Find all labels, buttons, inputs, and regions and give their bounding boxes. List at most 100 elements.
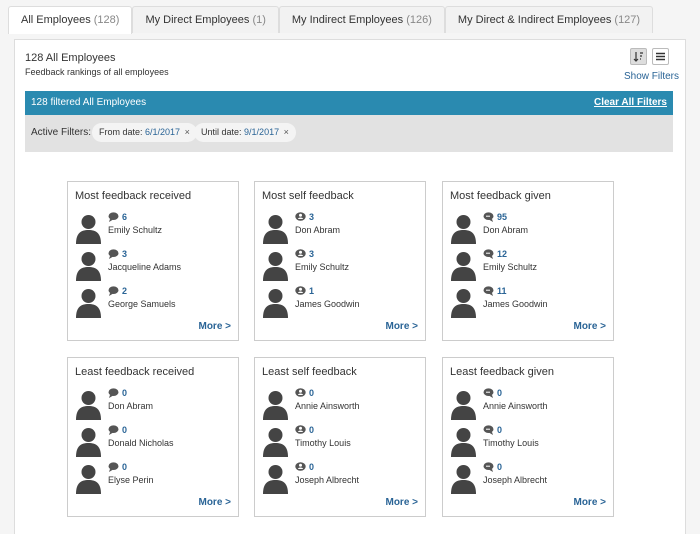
feedback-count-value: 1 [309,286,315,296]
employee-row[interactable]: 0 Annie Ainsworth [262,388,417,420]
page-title: 128 All Employees [25,52,116,64]
employee-row[interactable]: 12 Emily Schultz [450,249,605,281]
tab-count: (126) [406,14,432,26]
employee-name: Don Abram [108,401,154,411]
tab-all-employees[interactable]: All Employees (128) [8,6,133,34]
employee-name: George Samuels [108,299,176,309]
speech-bubble-icon [108,249,122,259]
avatar [450,212,477,244]
feedback-count-value: 3 [309,212,315,222]
tab-label: My Direct & Indirect Employees [457,14,612,26]
employee-row[interactable]: 1 James Goodwin [262,286,417,318]
feedback-count-value: 0 [309,462,315,472]
card-title: Least self feedback [262,366,357,378]
feedback-count-value: 0 [309,425,315,435]
tab-my-direct-indirect-employees[interactable]: My Direct & Indirect Employees (127) [444,6,654,33]
speech-bubble-given-icon [483,425,497,435]
employee-name: Annie Ainsworth [295,401,360,411]
feedback-count[interactable]: 0 [295,388,314,398]
feedback-count-value: 3 [122,249,128,259]
more-link[interactable]: More > [573,497,606,508]
feedback-count-value: 0 [122,388,128,398]
employee-name: Annie Ainsworth [483,401,548,411]
speech-bubble-icon [108,212,122,222]
feedback-count[interactable]: 0 [295,425,314,435]
avatar [450,462,477,494]
list-view-button[interactable] [652,48,669,65]
feedback-count[interactable]: 0 [108,462,127,472]
self-feedback-icon [295,286,309,296]
self-feedback-icon [295,212,309,222]
feedback-count[interactable]: 0 [483,425,502,435]
list-icon [656,52,665,61]
employee-row[interactable]: 0 Donald Nicholas [75,425,230,457]
more-link[interactable]: More > [385,321,418,332]
feedback-count-value: 0 [309,388,315,398]
speech-bubble-given-icon [483,249,497,259]
feedback-count[interactable]: 1 [295,286,314,296]
filter-chip-until-date[interactable]: Until date: 9/1/2017 × [194,123,296,142]
tab-my-indirect-employees[interactable]: My Indirect Employees (126) [278,6,445,33]
chip-value: 6/1/2017 [145,127,181,137]
filter-summary-bar: 128 filtered All Employees Clear All Fil… [25,91,673,115]
more-link[interactable]: More > [198,497,231,508]
employee-row[interactable]: 3 Don Abram [262,212,417,244]
employee-row[interactable]: 0 Timothy Louis [450,425,605,457]
avatar [450,388,477,420]
feedback-count[interactable]: 0 [295,462,314,472]
feedback-count[interactable]: 95 [483,212,507,222]
employee-name: Timothy Louis [483,438,539,448]
feedback-count-value: 0 [122,425,128,435]
employee-row[interactable]: 0 Elyse Perin [75,462,230,494]
employee-row[interactable]: 0 Joseph Albrecht [262,462,417,494]
more-link[interactable]: More > [385,497,418,508]
tab-label: My Indirect Employees [291,14,404,26]
employee-row[interactable]: 0 Annie Ainsworth [450,388,605,420]
tab-my-direct-employees[interactable]: My Direct Employees (1) [132,6,279,33]
avatar [262,286,289,318]
employee-row[interactable]: 11 James Goodwin [450,286,605,318]
more-link[interactable]: More > [198,321,231,332]
feedback-count-value: 12 [497,249,508,259]
avatar [75,212,102,244]
employee-row[interactable]: 6 Emily Schultz [75,212,230,244]
feedback-count[interactable]: 11 [483,286,507,296]
feedback-count[interactable]: 2 [108,286,127,296]
feedback-count[interactable]: 3 [295,212,314,222]
avatar [262,388,289,420]
employee-row[interactable]: 0 Don Abram [75,388,230,420]
employee-row[interactable]: 2 George Samuels [75,286,230,318]
employee-row[interactable]: 0 Joseph Albrecht [450,462,605,494]
avatar [262,249,289,281]
sort-view-button[interactable] [630,48,647,65]
show-filters-link[interactable]: Show Filters [624,71,679,82]
clear-all-filters-link[interactable]: Clear All Filters [594,97,667,108]
feedback-count[interactable]: 3 [108,249,127,259]
tab-count: (127) [614,14,641,26]
feedback-count[interactable]: 0 [483,388,502,398]
chip-value: 9/1/2017 [244,127,280,137]
card-title: Most self feedback [262,190,354,202]
remove-filter-icon[interactable]: × [284,127,289,137]
employee-row[interactable]: 3 Jacqueline Adams [75,249,230,281]
feedback-count-value: 3 [309,249,315,259]
card-title: Least feedback received [75,366,195,378]
employee-name: Jacqueline Adams [108,262,182,272]
avatar [262,462,289,494]
employee-tabs: All Employees (128) My Direct Employees … [8,6,654,34]
feedback-count[interactable]: 0 [483,462,502,472]
feedback-count[interactable]: 12 [483,249,507,259]
remove-filter-icon[interactable]: × [185,127,190,137]
employee-row[interactable]: 0 Timothy Louis [262,425,417,457]
filtered-count-label: 128 filtered All Employees [31,97,147,108]
more-link[interactable]: More > [573,321,606,332]
ranking-card-least-feedback-given: Least feedback given 0 Annie Ainsworth 0 Tim… [442,357,614,517]
employee-row[interactable]: 3 Emily Schultz [262,249,417,281]
employee-row[interactable]: 95 Don Abram [450,212,605,244]
feedback-count[interactable]: 6 [108,212,127,222]
feedback-count[interactable]: 3 [295,249,314,259]
filter-chip-from-date[interactable]: From date: 6/1/2017 × [92,123,197,142]
feedback-count[interactable]: 0 [108,388,127,398]
feedback-count[interactable]: 0 [108,425,127,435]
sort-icon [633,52,643,62]
